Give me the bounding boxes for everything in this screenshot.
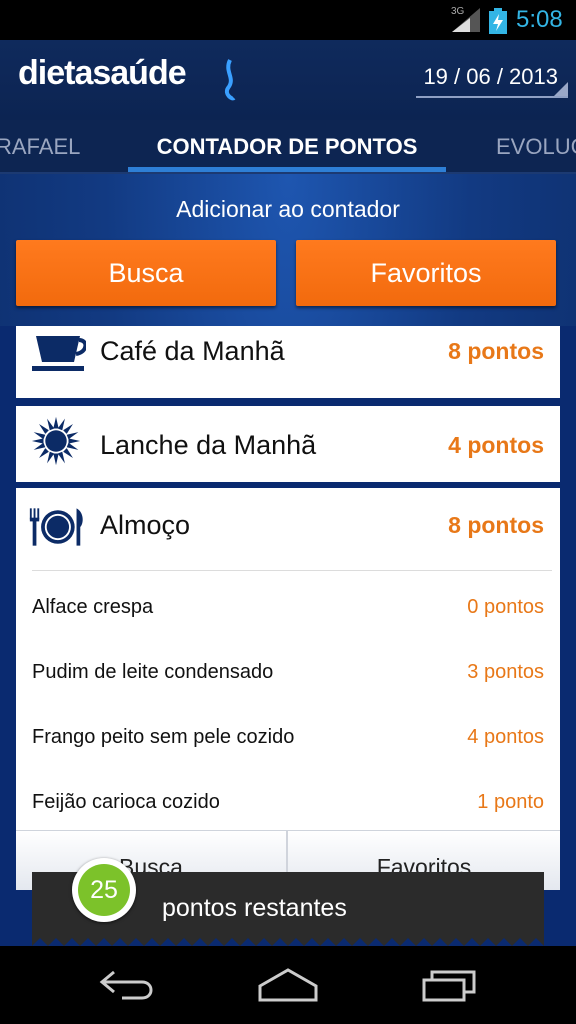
- meal-name: Almoço: [100, 510, 191, 540]
- toast-text: pontos restantes: [162, 894, 347, 922]
- food-item-points: 3 pontos: [467, 661, 544, 683]
- food-item[interactable]: Alface crespa 0 pontos: [32, 574, 544, 638]
- tab-bar: RAFAEL CONTADOR DE PONTOS EVOLUÇ: [0, 120, 576, 174]
- points-remaining-badge: 25: [72, 858, 136, 922]
- food-item[interactable]: Frango peito sem pele cozido 4 pontos: [32, 704, 544, 768]
- meal-header[interactable]: Café da Manhã 8 pontos: [16, 326, 560, 398]
- status-bar: 3G 5:08: [0, 0, 576, 40]
- food-item[interactable]: Feijão carioca cozido 1 ponto: [32, 769, 544, 833]
- meal-points: 4 pontos: [448, 432, 544, 458]
- tab-evolucao[interactable]: EVOLUÇ: [496, 134, 576, 160]
- meal-name: Lanche da Manhã: [100, 430, 317, 460]
- meal-list[interactable]: Café da Manhã 8 pontos Lanche da Manhã 4…: [0, 326, 576, 946]
- date-picker[interactable]: 19 / 06 / 2013: [416, 62, 568, 98]
- logo-text-saude: saúde: [92, 54, 186, 92]
- sun-icon: [31, 416, 81, 466]
- logo-drop-icon: [224, 59, 236, 101]
- coffee-cup-icon: [32, 336, 86, 371]
- meal-header[interactable]: Lanche da Manhã 4 pontos: [16, 406, 560, 484]
- meal-name: Café da Manhã: [100, 336, 285, 366]
- meal-header[interactable]: Almoço 8 pontos: [16, 488, 560, 566]
- food-item-points: 4 pontos: [467, 726, 544, 748]
- plate-cutlery-icon: [29, 508, 83, 546]
- home-icon[interactable]: [256, 964, 320, 1004]
- food-item-name: Frango peito sem pele cozido: [32, 726, 295, 748]
- logo-text-dieta: dieta: [18, 54, 93, 92]
- food-item-name: Feijão carioca cozido: [32, 791, 220, 813]
- toast-zigzag-edge: [32, 932, 544, 946]
- add-section-title: Adicionar ao contador: [176, 196, 400, 222]
- app-logo: dietasaúde: [18, 54, 187, 98]
- tab-indicator: [128, 167, 446, 172]
- food-item-points: 0 pontos: [467, 596, 544, 618]
- tab-contador-de-pontos[interactable]: CONTADOR DE PONTOS: [128, 134, 446, 160]
- food-item[interactable]: Pudim de leite condensado 3 pontos: [32, 639, 544, 703]
- meal-card-almoco[interactable]: Almoço 8 pontos Alface crespa 0 pontos P…: [16, 488, 560, 891]
- food-item-name: Pudim de leite condensado: [32, 661, 274, 683]
- meal-points: 8 pontos: [448, 338, 544, 364]
- meal-card-cafe[interactable]: Café da Manhã 8 pontos: [16, 326, 560, 398]
- points-remaining-count: 25: [78, 864, 130, 916]
- food-item-points: 1 ponto: [477, 791, 544, 813]
- back-icon[interactable]: [96, 964, 160, 1004]
- signal-icon: [452, 8, 480, 32]
- meal-points: 8 pontos: [448, 512, 544, 538]
- date-value: 19 / 06 / 2013: [423, 64, 558, 89]
- divider: [32, 570, 552, 571]
- status-time: 5:08: [516, 6, 563, 33]
- meal-card-lanche[interactable]: Lanche da Manhã 4 pontos: [16, 406, 560, 482]
- food-item-name: Alface crespa: [32, 596, 154, 618]
- search-button[interactable]: Busca: [16, 240, 276, 306]
- tab-rafael[interactable]: RAFAEL: [0, 134, 80, 160]
- recent-apps-icon[interactable]: [418, 964, 482, 1004]
- spinner-corner-icon: [554, 82, 568, 96]
- system-nav-bar: [0, 946, 576, 1024]
- favorites-button[interactable]: Favoritos: [296, 240, 556, 306]
- battery-charging-icon: [489, 8, 507, 34]
